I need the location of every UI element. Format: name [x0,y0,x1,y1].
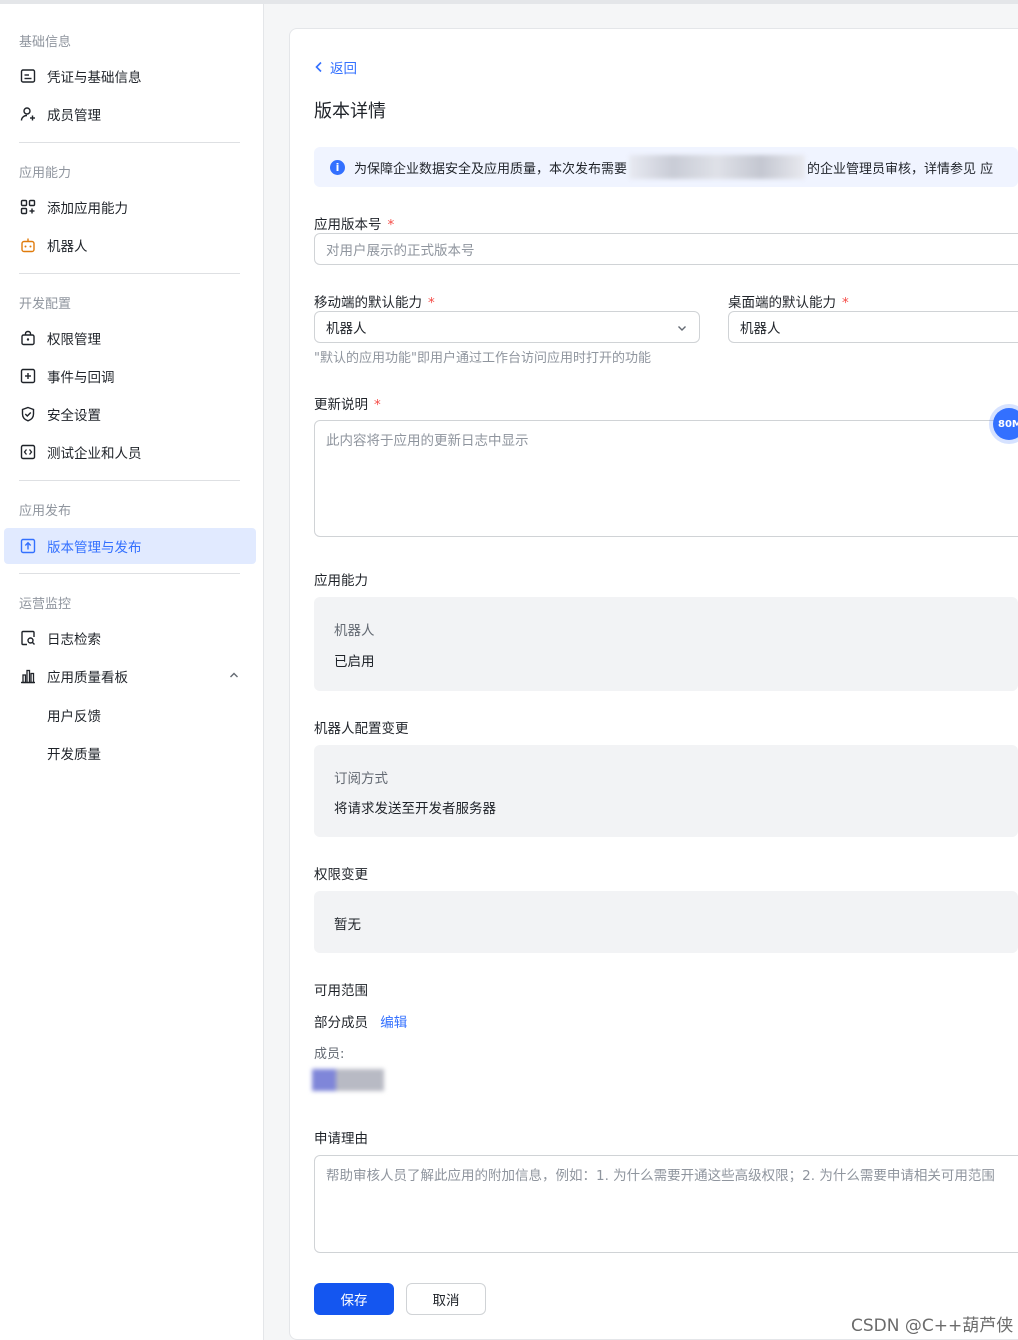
chevron-left-icon [315,61,322,73]
sidebar-item-members[interactable]: 成员管理 [4,96,256,132]
permissions-box: 暂无 [314,891,1018,953]
sidebar-item-label: 应用质量看板 [47,670,128,686]
watermark: CSDN @C++葫芦侠 [851,1316,1014,1336]
user-add-icon [19,105,37,123]
reason-label: 申请理由 [314,1131,368,1147]
desktop-default-select[interactable]: 机器人 [728,311,1018,343]
cancel-button[interactable]: 取消 [406,1283,486,1315]
scope-value: 部分成员 [314,1015,368,1031]
sidebar-item-label: 成员管理 [47,108,101,124]
save-button[interactable]: 保存 [314,1283,394,1315]
sidebar-item-label: 版本管理与发布 [47,540,142,556]
capabilities-box: 机器人 已启用 [314,597,1018,691]
sidebar-item-robot[interactable]: 机器人 [4,227,256,263]
back-link[interactable]: 返回 [314,57,357,77]
members-label: 成员: [314,1047,345,1062]
lock-icon [19,329,37,347]
version-label: 应用版本号 * [314,217,395,233]
mobile-default-value: 机器人 [326,321,367,337]
sidebar-subitem-user-feedback[interactable]: 用户反馈 [47,705,101,725]
permissions-title: 权限变更 [314,867,368,883]
credential-card-icon [19,67,37,85]
scope-row: 部分成员 编辑 [314,1011,407,1031]
desktop-default-value: 机器人 [740,321,781,337]
sidebar-item-label: 测试企业和人员 [47,446,142,462]
permissions-value: 暂无 [334,917,361,933]
scope-title: 可用范围 [314,983,368,999]
sidebar-item-label: 权限管理 [47,332,101,348]
info-icon: i [330,159,345,175]
event-plus-icon [19,367,37,385]
sidebar-divider [19,573,240,574]
bot-config-value: 将请求发送至开发者服务器 [334,801,496,817]
sidebar-divider [19,480,240,481]
chevron-down-icon [678,326,686,331]
update-notes-textarea[interactable]: 此内容将于应用的更新日志中显示 [314,420,1018,537]
mobile-default-select[interactable]: 机器人 [314,311,700,343]
sidebar-item-add-capability[interactable]: 添加应用能力 [4,189,256,225]
upload-box-icon [19,537,37,555]
chevron-up-icon[interactable] [228,669,240,685]
mobile-default-label: 移动端的默认能力 * [314,295,435,311]
update-notes-label: 更新说明 * [314,397,381,413]
reason-textarea[interactable]: 帮助审核人员了解此应用的附加信息，例如：1. 为什么需要开通这些高级权限；2. … [314,1155,1018,1253]
sidebar-item-quality-dashboard[interactable]: 应用质量看板 [4,658,256,694]
sidebar-item-security[interactable]: 安全设置 [4,396,256,432]
audit-notice: i 为保障企业数据安全及应用质量，本次发布需要 的企业管理员审核，详情参见 应 [314,147,1018,187]
shield-check-icon [19,405,37,423]
bot-config-key: 订阅方式 [334,771,388,787]
grid-plus-icon [19,198,37,216]
sidebar-item-log-search[interactable]: 日志检索 [4,620,256,656]
sidebar-item-test-tenants[interactable]: 测试企业和人员 [4,434,256,470]
sidebar-item-events[interactable]: 事件与回调 [4,358,256,394]
bot-config-box: 订阅方式 将请求发送至开发者服务器 [314,745,1018,837]
search-doc-icon [19,629,37,647]
group-title-release: 应用发布 [19,504,72,519]
sidebar-item-version-release[interactable]: 版本管理与发布 [4,528,256,564]
sidebar-item-label: 日志检索 [47,632,101,648]
notice-text-after: 的企业管理员审核，详情参见 应 [807,161,994,177]
redacted-org-name [629,155,806,179]
group-title-capabilities: 应用能力 [19,166,72,181]
group-title-dev-config: 开发配置 [19,297,72,312]
notice-text-before: 为保障企业数据安全及应用质量，本次发布需要 [354,161,628,177]
code-box-icon [19,443,37,461]
version-input[interactable]: 对用户展示的正式版本号 [314,233,1018,265]
default-capability-hint: "默认的应用功能"即用户通过工作台访问应用时打开的功能 [314,351,651,366]
sidebar-item-label: 安全设置 [47,408,101,424]
sidebar-item-credentials[interactable]: 凭证与基础信息 [4,58,256,94]
group-title-basic: 基础信息 [19,35,72,50]
sidebar-item-label: 凭证与基础信息 [47,70,142,86]
capability-name: 机器人 [334,623,375,639]
capability-status: 已启用 [334,654,375,670]
sidebar-item-permissions[interactable]: 权限管理 [4,320,256,356]
group-title-operations: 运营监控 [19,597,72,612]
bot-config-title: 机器人配置变更 [314,721,409,737]
redacted-member-avatar [288,1063,398,1099]
floating-badge[interactable]: 80M [993,408,1018,440]
sidebar-item-label: 添加应用能力 [47,201,128,217]
sidebar-divider [19,273,240,274]
robot-icon [19,236,37,254]
sidebar-subitem-dev-quality[interactable]: 开发质量 [47,743,101,763]
bar-chart-icon [19,667,37,685]
back-label: 返回 [330,61,357,77]
capabilities-title: 应用能力 [314,573,368,589]
scope-edit-link[interactable]: 编辑 [380,1015,407,1031]
desktop-default-label: 桌面端的默认能力 * [728,295,849,311]
sidebar-item-label: 机器人 [47,239,88,255]
page-title: 版本详情 [314,101,386,122]
sidebar-item-label: 事件与回调 [47,370,115,386]
sidebar-divider [19,142,240,143]
